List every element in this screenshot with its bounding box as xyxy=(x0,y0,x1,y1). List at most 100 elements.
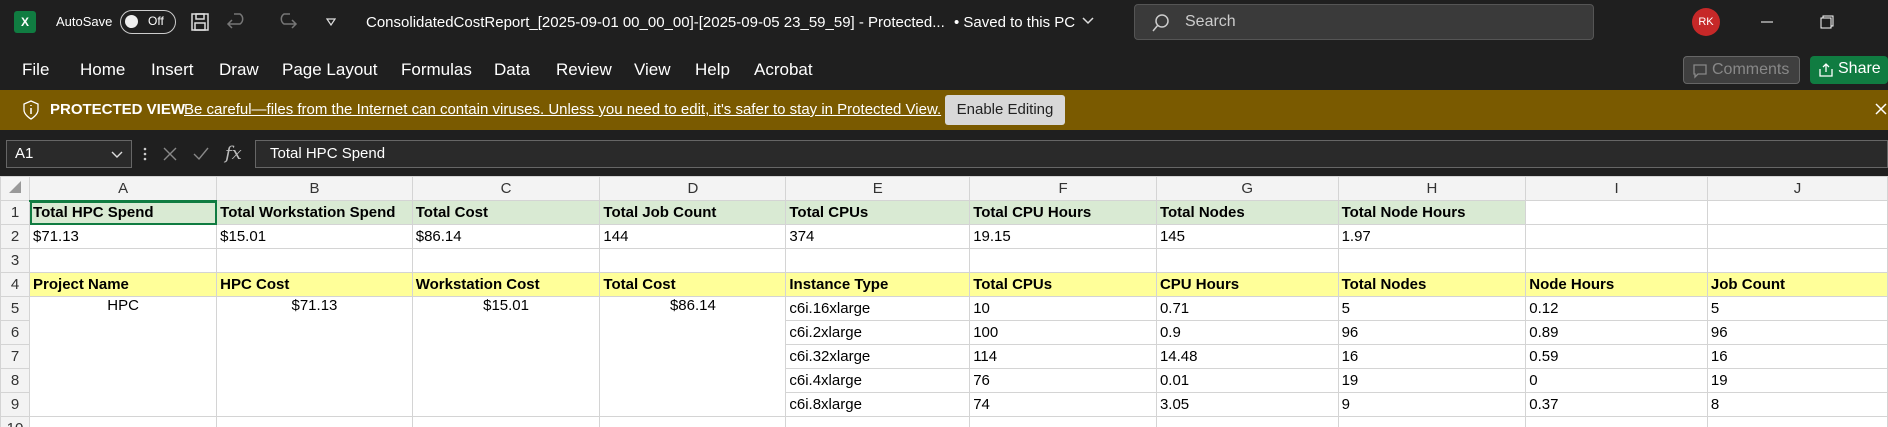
cancel-icon[interactable] xyxy=(162,146,178,162)
hpc-cost-cell[interactable]: $71.13 xyxy=(216,296,413,417)
summary-value-cell[interactable]: 145 xyxy=(1155,224,1339,249)
tab-data[interactable]: Data xyxy=(494,60,530,80)
tab-page-layout[interactable]: Page Layout xyxy=(282,60,377,80)
summary-header-cell[interactable]: Total Workstation Spend xyxy=(216,200,413,225)
detail-header-cell[interactable]: Job Count xyxy=(1706,272,1888,297)
enable-editing-button[interactable]: Enable Editing xyxy=(945,95,1065,125)
nodes-cell[interactable]: 5 xyxy=(1337,296,1527,321)
empty-cell[interactable] xyxy=(1525,248,1708,273)
cpus-cell[interactable]: 10 xyxy=(969,296,1157,321)
comments-button[interactable]: Comments xyxy=(1683,56,1800,84)
column-header-d[interactable]: D xyxy=(599,176,787,201)
row-header[interactable]: 9 xyxy=(0,392,31,417)
job-count-cell[interactable]: 16 xyxy=(1706,344,1888,369)
empty-cell[interactable] xyxy=(1337,416,1527,427)
empty-cell[interactable] xyxy=(599,416,787,427)
detail-header-cell[interactable]: Total CPUs xyxy=(969,272,1157,297)
cpu-hours-cell[interactable]: 3.05 xyxy=(1155,392,1339,417)
empty-cell[interactable] xyxy=(1155,248,1339,273)
column-header-j[interactable]: J xyxy=(1706,176,1888,201)
node-hours-cell[interactable]: 0.37 xyxy=(1525,392,1708,417)
empty-cell[interactable] xyxy=(1706,416,1888,427)
summary-value-cell[interactable]: 1.97 xyxy=(1337,224,1527,249)
empty-cell[interactable] xyxy=(1525,224,1708,249)
empty-cell[interactable] xyxy=(1155,416,1339,427)
summary-value-cell[interactable]: 144 xyxy=(599,224,787,249)
node-hours-cell[interactable]: 0.12 xyxy=(1525,296,1708,321)
summary-value-cell[interactable]: 374 xyxy=(785,224,971,249)
summary-value-cell[interactable]: 19.15 xyxy=(969,224,1157,249)
cpus-cell[interactable]: 100 xyxy=(969,320,1157,345)
share-button[interactable]: Share xyxy=(1810,56,1888,84)
empty-cell[interactable] xyxy=(599,248,787,273)
detail-header-cell[interactable]: Total Nodes xyxy=(1337,272,1527,297)
undo-icon[interactable] xyxy=(226,12,250,32)
detail-header-cell[interactable]: Workstation Cost xyxy=(411,272,601,297)
node-hours-cell[interactable]: 0.59 xyxy=(1525,344,1708,369)
search-box[interactable]: Search xyxy=(1134,4,1594,40)
autosave-toggle[interactable]: Off xyxy=(120,10,176,34)
empty-cell[interactable] xyxy=(969,248,1157,273)
close-icon[interactable] xyxy=(1874,102,1888,116)
job-count-cell[interactable]: 19 xyxy=(1706,368,1888,393)
more-options-icon[interactable] xyxy=(142,146,148,162)
empty-cell[interactable] xyxy=(411,416,601,427)
tab-formulas[interactable]: Formulas xyxy=(401,60,472,80)
row-header[interactable]: 4 xyxy=(0,272,31,297)
summary-header-cell[interactable]: Total CPU Hours xyxy=(969,200,1157,225)
detail-header-cell[interactable]: Instance Type xyxy=(785,272,971,297)
nodes-cell[interactable]: 9 xyxy=(1337,392,1527,417)
select-all-corner[interactable] xyxy=(0,176,31,201)
column-header-c[interactable]: C xyxy=(411,176,601,201)
row-header[interactable]: 6 xyxy=(0,320,31,345)
cpus-cell[interactable]: 76 xyxy=(969,368,1157,393)
tab-insert[interactable]: Insert xyxy=(151,60,194,80)
total-cost-cell[interactable]: $86.14 xyxy=(599,296,787,417)
summary-header-cell[interactable]: Total Node Hours xyxy=(1337,200,1527,225)
empty-cell[interactable] xyxy=(785,416,971,427)
empty-cell[interactable] xyxy=(1337,248,1527,273)
tab-review[interactable]: Review xyxy=(556,60,612,80)
empty-cell[interactable] xyxy=(1706,200,1888,225)
restore-icon[interactable] xyxy=(1807,6,1847,38)
empty-cell[interactable] xyxy=(411,248,601,273)
name-box-dropdown-icon[interactable] xyxy=(111,151,123,159)
detail-header-cell[interactable]: CPU Hours xyxy=(1155,272,1339,297)
empty-cell[interactable] xyxy=(1525,200,1708,225)
detail-header-cell[interactable]: Total Cost xyxy=(599,272,787,297)
tab-acrobat[interactable]: Acrobat xyxy=(754,60,813,80)
protected-view-message[interactable]: Be careful—files from the Internet can c… xyxy=(184,101,941,118)
nodes-cell[interactable]: 96 xyxy=(1337,320,1527,345)
column-header-f[interactable]: F xyxy=(969,176,1157,201)
column-header-g[interactable]: G xyxy=(1155,176,1339,201)
summary-header-cell[interactable]: Total Cost xyxy=(411,200,601,225)
workstation-cost-cell[interactable]: $15.01 xyxy=(411,296,601,417)
empty-cell[interactable] xyxy=(1706,248,1888,273)
cpus-cell[interactable]: 114 xyxy=(969,344,1157,369)
save-status[interactable]: • Saved to this PC xyxy=(954,14,1075,31)
empty-cell[interactable] xyxy=(29,416,218,427)
summary-header-cell[interactable]: Total Nodes xyxy=(1155,200,1339,225)
summary-header-cell[interactable]: Total HPC Spend xyxy=(29,200,218,225)
tab-view[interactable]: View xyxy=(634,60,671,80)
row-header[interactable]: 8 xyxy=(0,368,31,393)
tab-file[interactable]: File xyxy=(22,60,49,80)
row-header[interactable]: 10 xyxy=(0,416,31,427)
empty-cell[interactable] xyxy=(1706,224,1888,249)
chevron-down-icon[interactable] xyxy=(1082,16,1094,26)
empty-cell[interactable] xyxy=(216,248,413,273)
column-header-e[interactable]: E xyxy=(785,176,971,201)
job-count-cell[interactable]: 96 xyxy=(1706,320,1888,345)
row-header[interactable]: 7 xyxy=(0,344,31,369)
instance-type-cell[interactable]: c6i.16xlarge xyxy=(785,296,971,321)
job-count-cell[interactable]: 8 xyxy=(1706,392,1888,417)
tab-help[interactable]: Help xyxy=(695,60,730,80)
summary-value-cell[interactable]: $71.13 xyxy=(29,224,218,249)
node-hours-cell[interactable]: 0.89 xyxy=(1525,320,1708,345)
avatar[interactable]: RK xyxy=(1692,8,1720,36)
column-header-b[interactable]: B xyxy=(216,176,413,201)
instance-type-cell[interactable]: c6i.4xlarge xyxy=(785,368,971,393)
column-header-a[interactable]: A xyxy=(29,176,218,202)
formula-input[interactable]: Total HPC Spend xyxy=(255,140,1888,168)
summary-value-cell[interactable]: $15.01 xyxy=(216,224,413,249)
